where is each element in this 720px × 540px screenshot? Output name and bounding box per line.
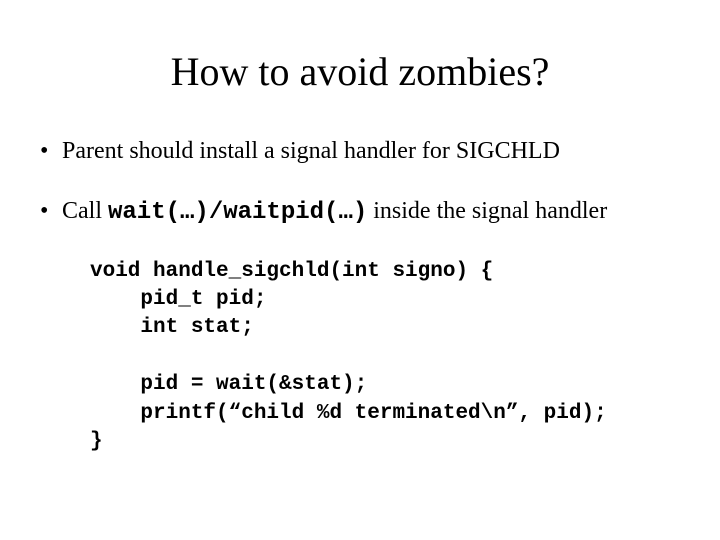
bullet-1: Parent should install a signal handler f… (40, 135, 680, 167)
bullet-list: Parent should install a signal handler f… (40, 135, 680, 230)
bullet-2-pre: Call (62, 198, 108, 224)
slide: How to avoid zombies? Parent should inst… (0, 0, 720, 540)
slide-title: How to avoid zombies? (40, 48, 680, 95)
bullet-2-code: wait(…)/waitpid(…) (108, 199, 367, 226)
code-block: void handle_sigchld(int signo) { pid_t p… (90, 258, 680, 456)
bullet-2: Call wait(…)/waitpid(…) inside the signa… (40, 195, 680, 229)
bullet-2-post: inside the signal handler (367, 198, 607, 224)
bullet-1-text: Parent should install a signal handler f… (62, 138, 560, 164)
